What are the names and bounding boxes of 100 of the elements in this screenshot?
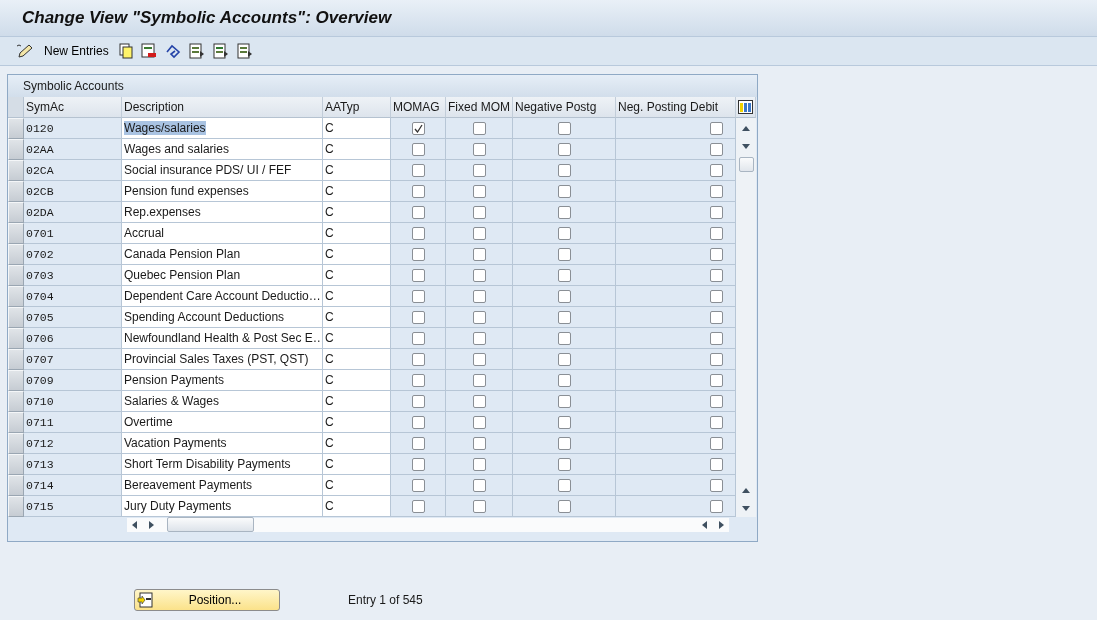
input-field[interactable]: C	[323, 307, 391, 328]
checkbox[interactable]	[557, 499, 571, 513]
input-field[interactable]: C	[323, 349, 391, 370]
checkbox[interactable]	[557, 394, 571, 408]
input-field[interactable]: C	[323, 454, 391, 475]
row-selector[interactable]	[8, 160, 24, 181]
input-field[interactable]: Quebec Pension Plan	[122, 265, 323, 286]
checkbox[interactable]	[710, 415, 723, 429]
checkbox[interactable]	[472, 478, 486, 492]
input-field[interactable]: Spending Account Deductions	[122, 307, 323, 328]
position-button[interactable]: Position...	[134, 589, 280, 611]
checkbox[interactable]	[710, 142, 723, 156]
checkbox[interactable]	[472, 289, 486, 303]
input-field[interactable]: C	[323, 244, 391, 265]
scroll-thumb[interactable]	[738, 157, 754, 172]
row-selector[interactable]	[8, 202, 24, 223]
checkbox[interactable]	[557, 247, 571, 261]
row-selector[interactable]	[8, 307, 24, 328]
checkbox[interactable]	[411, 331, 425, 345]
input-field[interactable]: Provincial Sales Taxes (PST, QST)	[122, 349, 323, 370]
input-field[interactable]: C	[323, 286, 391, 307]
checkbox[interactable]	[411, 415, 425, 429]
column-header[interactable]: Fixed MOM	[446, 97, 513, 118]
column-header[interactable]: Neg. Posting Debit	[616, 97, 736, 118]
input-field[interactable]: Dependent Care Account Deductio…	[122, 286, 323, 307]
row-selector[interactable]	[8, 433, 24, 454]
checkbox[interactable]	[557, 163, 571, 177]
input-field[interactable]: C	[323, 496, 391, 517]
checkbox[interactable]	[411, 247, 425, 261]
row-selector[interactable]	[8, 244, 24, 265]
checkbox[interactable]	[710, 289, 723, 303]
checkbox[interactable]	[411, 394, 425, 408]
input-field[interactable]: Short Term Disability Payments	[122, 454, 323, 475]
checkbox[interactable]	[411, 436, 425, 450]
input-field[interactable]: C	[323, 160, 391, 181]
input-field[interactable]: C	[323, 118, 391, 139]
row-selector[interactable]	[8, 118, 24, 139]
checkbox[interactable]	[557, 289, 571, 303]
checkbox[interactable]	[710, 205, 723, 219]
row-selector[interactable]	[8, 223, 24, 244]
checkbox[interactable]	[472, 394, 486, 408]
checkbox[interactable]	[472, 163, 486, 177]
column-header[interactable]: AATyp	[323, 97, 391, 118]
input-field[interactable]: Salaries & Wages	[122, 391, 323, 412]
column-header[interactable]: MOMAG	[391, 97, 446, 118]
row-selector[interactable]	[8, 139, 24, 160]
checkbox[interactable]	[411, 205, 425, 219]
input-field[interactable]: C	[323, 202, 391, 223]
checkbox[interactable]	[411, 268, 425, 282]
checkbox[interactable]	[472, 436, 486, 450]
checkbox[interactable]	[557, 226, 571, 240]
checkbox[interactable]	[557, 415, 571, 429]
checkbox[interactable]	[411, 163, 425, 177]
checkbox[interactable]	[710, 331, 723, 345]
document-icon[interactable]	[212, 43, 229, 59]
column-header[interactable]: Description	[122, 97, 323, 118]
input-field[interactable]: Pension fund expenses	[122, 181, 323, 202]
input-field[interactable]: Newfoundland Health & Post Sec E…	[122, 328, 323, 349]
row-selector[interactable]	[8, 265, 24, 286]
input-field[interactable]: Bereavement Payments	[122, 475, 323, 496]
checkbox[interactable]	[557, 331, 571, 345]
checkbox[interactable]	[557, 436, 571, 450]
checkbox[interactable]	[472, 205, 486, 219]
checkbox[interactable]	[710, 373, 723, 387]
input-field[interactable]: C	[323, 391, 391, 412]
checkbox[interactable]	[411, 478, 425, 492]
input-field[interactable]: C	[323, 139, 391, 160]
checkbox[interactable]	[557, 352, 571, 366]
column-header[interactable]: Negative Postg	[513, 97, 616, 118]
checkbox[interactable]	[710, 352, 723, 366]
checkbox[interactable]	[411, 373, 425, 387]
checkbox[interactable]	[710, 121, 723, 135]
checkbox[interactable]	[557, 142, 571, 156]
row-selector[interactable]	[8, 496, 24, 517]
row-selector[interactable]	[8, 454, 24, 475]
input-field[interactable]: Accrual	[122, 223, 323, 244]
checkbox[interactable]	[557, 373, 571, 387]
input-field[interactable]: C	[323, 370, 391, 391]
input-field[interactable]: Rep.expenses	[122, 202, 323, 223]
checkbox[interactable]	[472, 499, 486, 513]
input-field[interactable]: C	[323, 223, 391, 244]
input-field[interactable]: Vacation Payments	[122, 433, 323, 454]
checkbox[interactable]	[411, 310, 425, 324]
input-field[interactable]: Pension Payments	[122, 370, 323, 391]
input-field[interactable]: C	[323, 181, 391, 202]
document-icon[interactable]	[188, 43, 205, 59]
input-field[interactable]: Wages/salaries	[122, 118, 323, 139]
delete-icon[interactable]	[140, 43, 157, 59]
row-selector[interactable]	[8, 328, 24, 349]
checkbox[interactable]	[411, 457, 425, 471]
column-header[interactable]: SymAc	[24, 97, 122, 118]
checkbox[interactable]	[411, 142, 425, 156]
checkbox[interactable]	[710, 478, 723, 492]
checkbox[interactable]	[710, 163, 723, 177]
checkbox[interactable]	[472, 415, 486, 429]
checkbox[interactable]	[472, 142, 486, 156]
checkbox[interactable]	[710, 436, 723, 450]
scroll-thumb[interactable]	[167, 517, 254, 532]
checkbox[interactable]	[710, 499, 723, 513]
checkbox[interactable]	[710, 394, 723, 408]
